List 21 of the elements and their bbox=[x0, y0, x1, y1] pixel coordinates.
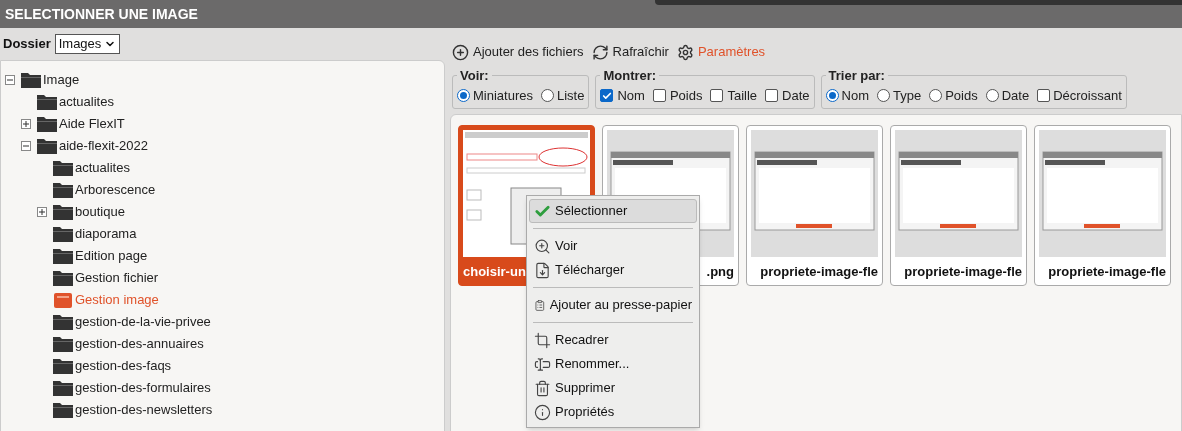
option-label: Poids bbox=[945, 86, 978, 105]
option-label: Décroissant bbox=[1053, 86, 1122, 105]
thumbnail-caption: propriete-image-fle bbox=[760, 262, 878, 281]
option-label: Miniatures bbox=[473, 86, 533, 105]
option-label: Liste bbox=[556, 86, 585, 105]
thumbnail-caption: propriete-image-fle bbox=[904, 262, 1022, 281]
thumbnail-caption: .png bbox=[706, 262, 734, 281]
window-title: SELECTIONNER UNE IMAGE bbox=[5, 4, 198, 24]
option-label: Type bbox=[892, 86, 922, 105]
thumbnail-caption: propriete-image-fle bbox=[1048, 262, 1166, 281]
option-label: Nom bbox=[617, 86, 645, 105]
option-label: Date bbox=[782, 86, 810, 105]
group-legend: Voir: bbox=[457, 66, 492, 86]
thumbnail-caption: choisir-un bbox=[463, 262, 526, 281]
option-label: Taille bbox=[727, 86, 758, 105]
option-label: Date bbox=[1001, 86, 1030, 105]
folder-label-text: Dossier bbox=[3, 35, 51, 54]
group-legend: Trier par: bbox=[825, 66, 888, 86]
group-legend: Montrer: bbox=[600, 66, 660, 86]
option-label: Nom bbox=[841, 86, 869, 105]
option-label: Poids bbox=[669, 86, 703, 105]
